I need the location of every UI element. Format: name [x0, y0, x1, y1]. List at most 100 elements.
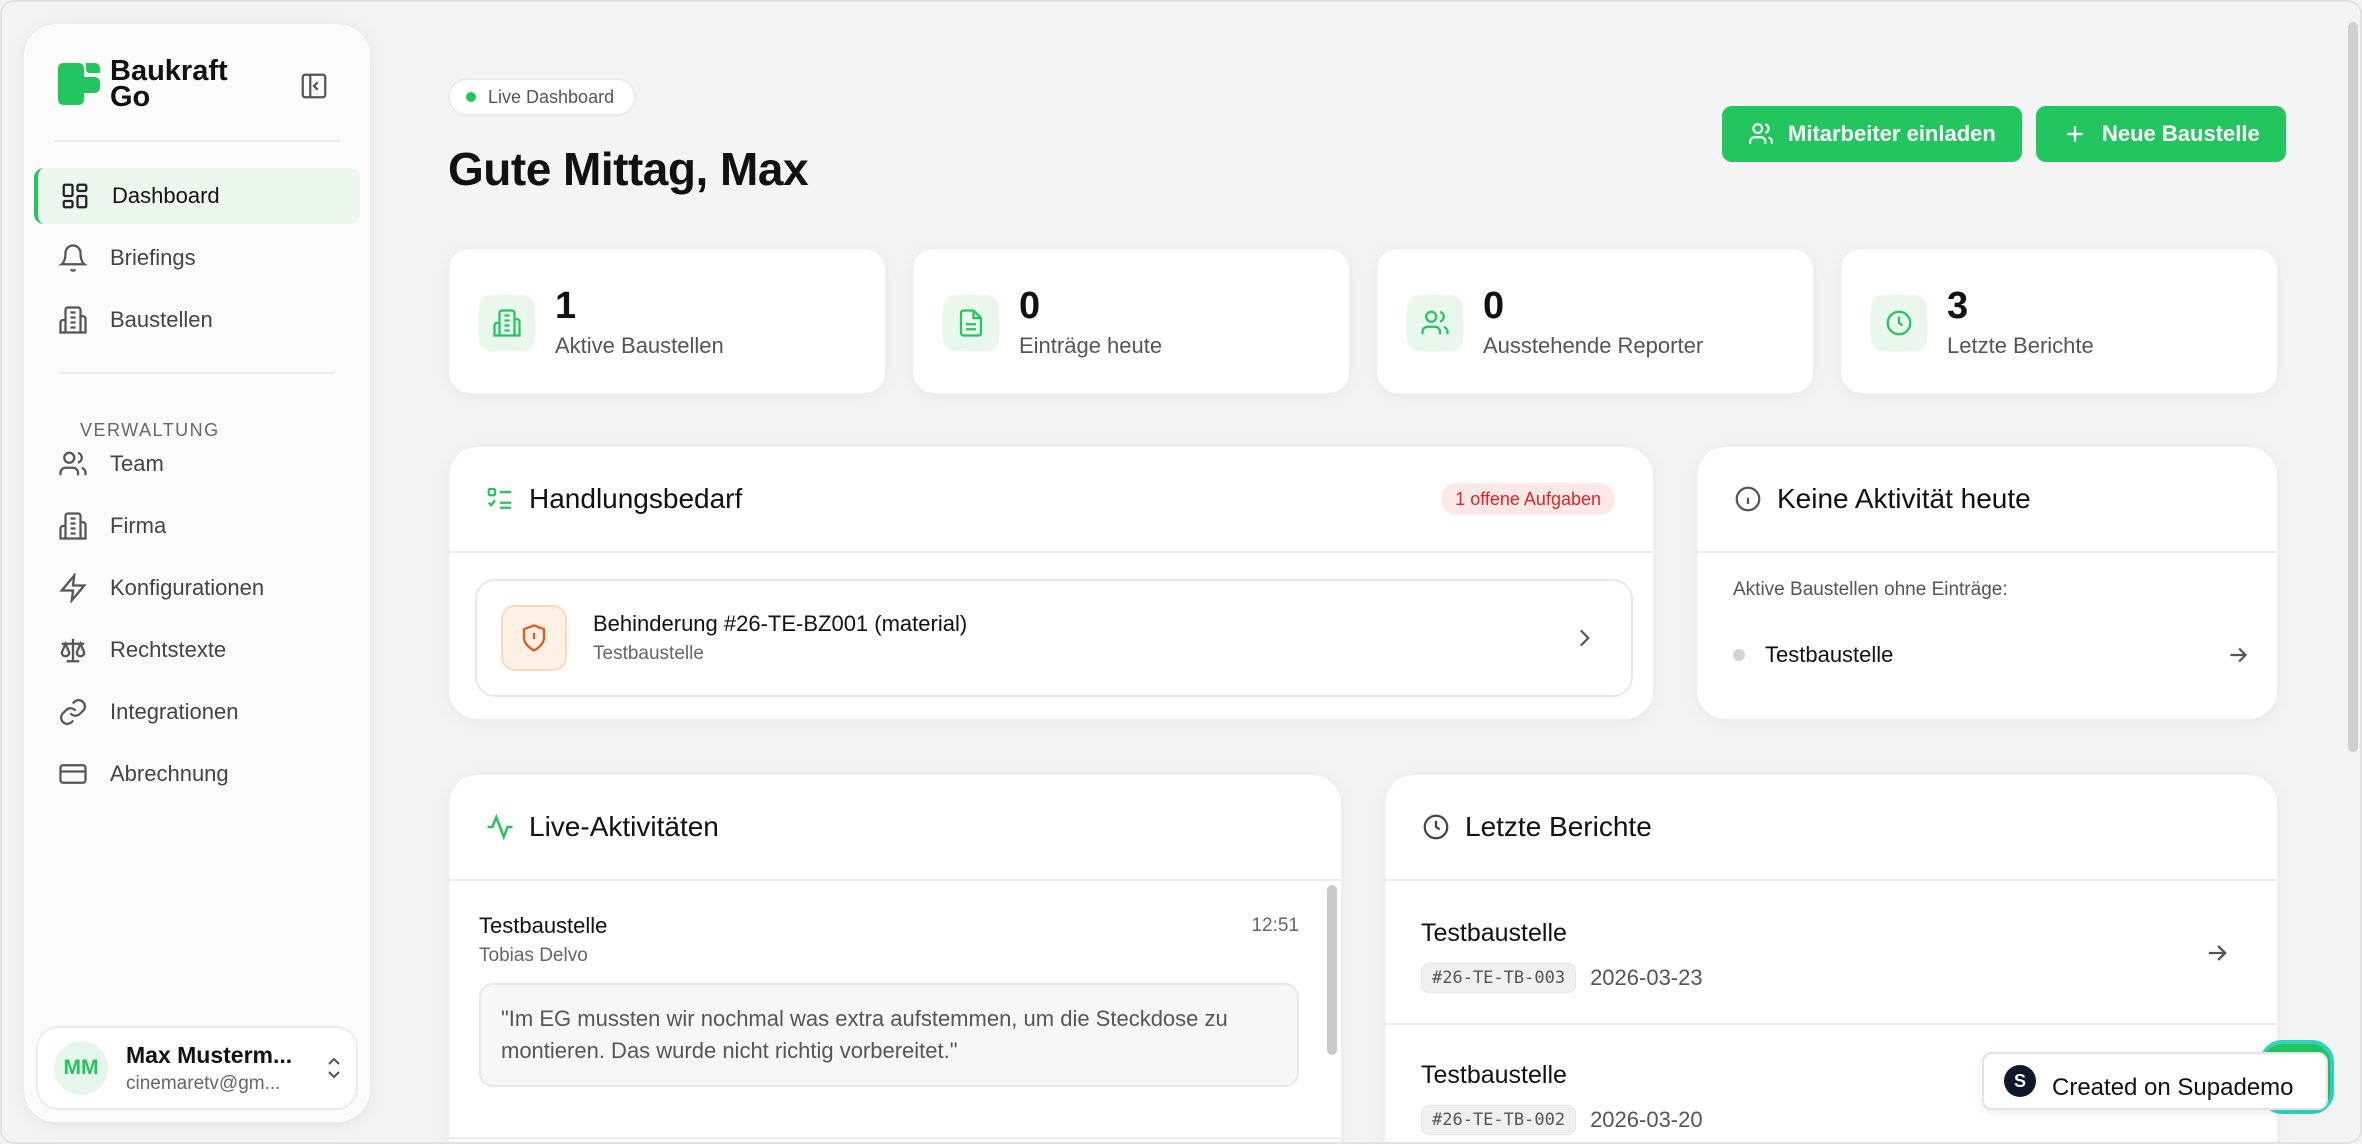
stat-card-active-sites[interactable]: 1 Aktive Baustellen [448, 248, 886, 394]
panel-header: Keine Aktivität heute [1697, 447, 2277, 553]
chevron-up-down-icon [328, 1057, 340, 1079]
report-code: #26-TE-TB-003 [1421, 963, 1577, 993]
sidebar-divider [54, 140, 340, 142]
sidebar-item-dashboard[interactable]: Dashboard [34, 168, 360, 224]
brand-logo[interactable]: Baukraft Go [54, 57, 228, 112]
stat-card-recent-reports[interactable]: 3 Letzte Berichte [1840, 248, 2278, 394]
credit-card-icon [59, 764, 87, 784]
panel-header: Handlungsbedarf 1 offene Aufgaben [449, 447, 1653, 553]
no-activity-panel: Keine Aktivität heute Aktive Baustellen … [1696, 446, 2278, 720]
sidebar-item-label: Briefings [110, 245, 196, 270]
sidebar-item-label: Integrationen [110, 699, 239, 724]
report-date: 2026-03-23 [1590, 965, 1703, 990]
sidebar-divider [60, 372, 334, 374]
live-activity-panel: Live-Aktivitäten Testbaustelle Tobias De… [448, 774, 1342, 1142]
activity-icon [487, 813, 513, 841]
sidebar: Baukraft Go Dashboard Briefings Baustell… [24, 24, 370, 1122]
sidebar-item-label: Team [110, 451, 164, 476]
user-name: Max Musterm... [126, 1041, 293, 1068]
users-icon [1421, 310, 1449, 335]
task-item[interactable]: Behinderung #26-TE-BZ001 (material) Test… [475, 579, 1633, 697]
collapse-sidebar-button[interactable] [294, 66, 334, 106]
panel-title: Keine Aktivität heute [1777, 483, 2031, 514]
stat-card-pending-reporters[interactable]: 0 Ausstehende Reporter [1376, 248, 1814, 394]
new-construction-site-button[interactable]: Neue Baustelle [2036, 106, 2286, 162]
sidebar-item-briefings[interactable]: Briefings [34, 230, 360, 286]
stat-value: 3 [1947, 285, 1969, 327]
building-icon [59, 512, 87, 540]
activity-time: 12:51 [1251, 915, 1299, 936]
sidebar-item-rechtstexte[interactable]: Rechtstexte [34, 622, 360, 678]
panel-header: Live-Aktivitäten [449, 775, 1341, 881]
sidebar-item-konfigurationen[interactable]: Konfigurationen [34, 560, 360, 616]
supademo-badge[interactable]: S Created on Supademo [1982, 1052, 2328, 1110]
sidebar-item-baustellen[interactable]: Baustellen [34, 292, 360, 348]
stat-value: 1 [555, 285, 577, 327]
sidebar-item-label: Baustellen [110, 307, 213, 332]
sidebar-collapse-icon [301, 73, 327, 99]
sidebar-item-label: Abrechnung [110, 761, 229, 786]
activity-item[interactable]: Testbaustelle Tobias Delvo 12:51 "Im EG … [479, 913, 1299, 1087]
sidebar-item-firma[interactable]: Firma [34, 498, 360, 554]
pill-label: Live Dashboard [488, 86, 615, 107]
panel-title: Handlungsbedarf [529, 483, 743, 514]
building-icon [59, 306, 87, 334]
stat-icon-wrap [1871, 295, 1927, 351]
task-site: Testbaustelle [593, 643, 704, 664]
user-menu[interactable]: MM Max Musterm... cinemaretv@gm... [36, 1026, 358, 1110]
stat-label: Letzte Berichte [1947, 333, 2094, 358]
invite-employee-button[interactable]: Mitarbeiter einladen [1722, 106, 2022, 162]
dashboard-icon [62, 183, 88, 209]
sidebar-item-team[interactable]: Team [34, 436, 360, 492]
activity-scrollbar[interactable] [1327, 885, 1337, 1055]
action-required-panel: Handlungsbedarf 1 offene Aufgaben Behind… [448, 446, 1654, 720]
sidebar-item-label: Konfigurationen [110, 575, 265, 600]
checklist-icon [487, 487, 512, 509]
chevron-right-icon [1579, 629, 1590, 647]
bell-icon [58, 244, 88, 272]
clock-icon [1886, 310, 1912, 336]
sidebar-item-label: Firma [110, 513, 167, 538]
page-title: Gute Mittag, Max [448, 143, 809, 195]
stat-label: Aktive Baustellen [555, 333, 724, 358]
panel-title: Letzte Berichte [1465, 811, 1652, 842]
shield-alert-icon [522, 624, 546, 652]
stat-value: 0 [1019, 285, 1041, 327]
activity-site: Testbaustelle [479, 913, 608, 938]
sidebar-item-integrationen[interactable]: Integrationen [34, 684, 360, 740]
bolt-icon [59, 573, 87, 603]
panel-header: Letzte Berichte [1385, 775, 2277, 881]
users-icon [59, 451, 87, 476]
plus-icon [2067, 126, 2083, 142]
status-dot [1733, 649, 1745, 661]
report-item[interactable]: Testbaustelle #26-TE-TB-003 2026-03-23 [1385, 883, 2277, 1025]
divider [449, 1137, 1341, 1139]
stat-icon-wrap [943, 295, 999, 351]
activity-quote: "Im EG mussten wir nochmal was extra auf… [479, 983, 1299, 1087]
link-icon [60, 699, 86, 725]
panel-title: Live-Aktivitäten [529, 811, 719, 842]
user-email: cinemaretv@gm... [126, 1072, 281, 1094]
users-icon [1749, 123, 1773, 144]
document-icon [959, 309, 983, 337]
report-code: #26-TE-TB-002 [1421, 1105, 1577, 1135]
no-activity-label: Aktive Baustellen ohne Einträge: [1733, 579, 2008, 600]
sidebar-item-abrechnung[interactable]: Abrechnung [34, 746, 360, 802]
open-tasks-badge: 1 offene Aufgaben [1441, 483, 1615, 515]
scale-icon [60, 638, 86, 663]
live-status-dot [466, 92, 476, 102]
task-title: Behinderung #26-TE-BZ001 (material) [593, 611, 968, 636]
stat-label: Ausstehende Reporter [1483, 333, 1704, 358]
sidebar-item-label: Rechtstexte [110, 637, 227, 662]
page-scrollbar[interactable] [2348, 22, 2358, 752]
live-dashboard-pill: Live Dashboard [448, 78, 637, 116]
app-window: Baukraft Go Dashboard Briefings Baustell… [0, 0, 2362, 1144]
stat-value: 0 [1483, 285, 1505, 327]
stat-icon-wrap [479, 295, 535, 351]
arrow-right-icon [2208, 945, 2227, 961]
logo-mark-icon [58, 63, 100, 105]
report-date: 2026-03-20 [1590, 1107, 1703, 1132]
supademo-label: Created on Supademo [2052, 1074, 2294, 1101]
inactive-site-item[interactable]: Testbaustelle [1733, 625, 2251, 685]
stat-card-entries-today[interactable]: 0 Einträge heute [912, 248, 1350, 394]
